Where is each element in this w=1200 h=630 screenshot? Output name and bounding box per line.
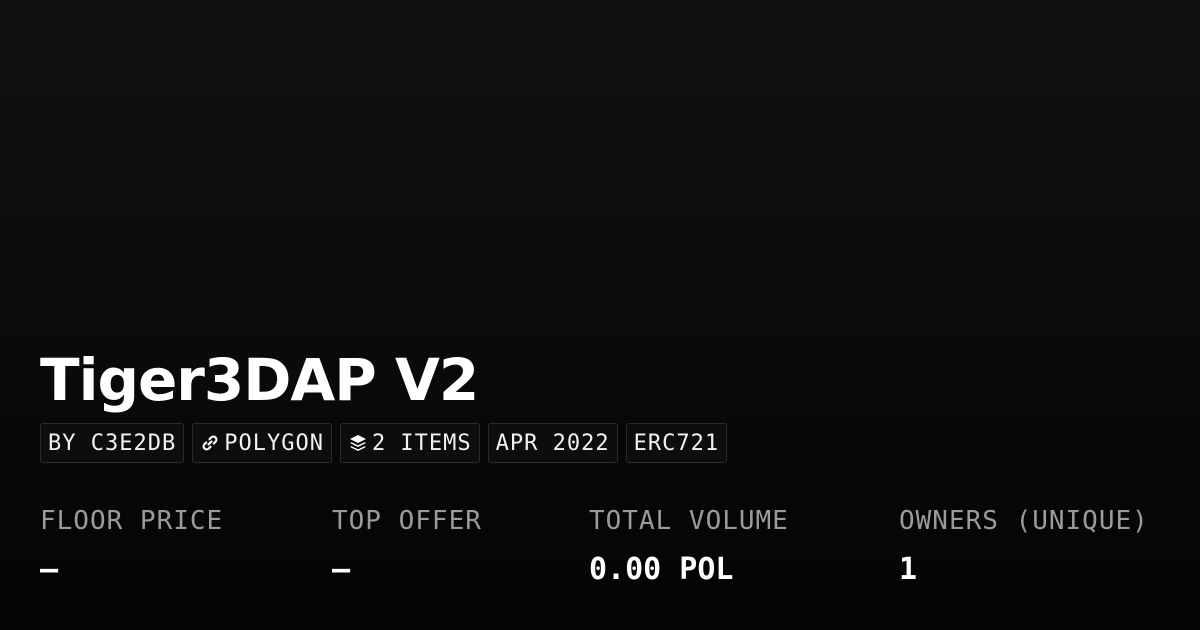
floor-price-value: – <box>40 552 59 587</box>
owners-label: OWNERS (UNIQUE) <box>899 506 1149 536</box>
date-tag: APR 2022 <box>487 423 618 463</box>
total-volume-value: 0.00 POL <box>589 552 734 587</box>
floor-price-label: FLOOR PRICE <box>40 506 224 536</box>
floor-price-stat: FLOOR PRICE – <box>40 500 223 598</box>
standard-tag: ERC721 <box>625 423 728 463</box>
total-volume-label: TOTAL VOLUME <box>589 506 789 536</box>
owners-value: 1 <box>899 552 918 587</box>
top-offer-stat: TOP OFFER – <box>332 500 482 598</box>
items-label: 2 ITEMS <box>371 430 472 456</box>
collection-stats: FLOOR PRICE – TOP OFFER – TOTAL VOLUME 0… <box>0 500 1200 610</box>
collection-title: Tiger3DAP V2 <box>40 346 479 414</box>
link-icon <box>200 433 220 453</box>
owners-stat: OWNERS (UNIQUE) 1 <box>899 500 1149 598</box>
standard-label: ERC721 <box>633 430 720 456</box>
layers-icon <box>348 433 368 453</box>
chain-label: POLYGON <box>224 430 324 456</box>
creator-label: BY C3E2DB <box>48 430 177 456</box>
creator-tag[interactable]: BY C3E2DB <box>40 423 185 463</box>
date-label: APR 2022 <box>495 430 610 456</box>
items-tag[interactable]: 2 ITEMS <box>339 423 480 463</box>
collection-tags: BY C3E2DB POLYGON 2 ITEMS APR 2022 ERC72… <box>40 423 728 463</box>
chain-tag[interactable]: POLYGON <box>192 423 332 463</box>
total-volume-stat: TOTAL VOLUME 0.00 POL <box>589 500 789 598</box>
top-offer-label: TOP OFFER <box>332 506 482 536</box>
top-offer-value: – <box>332 552 351 587</box>
